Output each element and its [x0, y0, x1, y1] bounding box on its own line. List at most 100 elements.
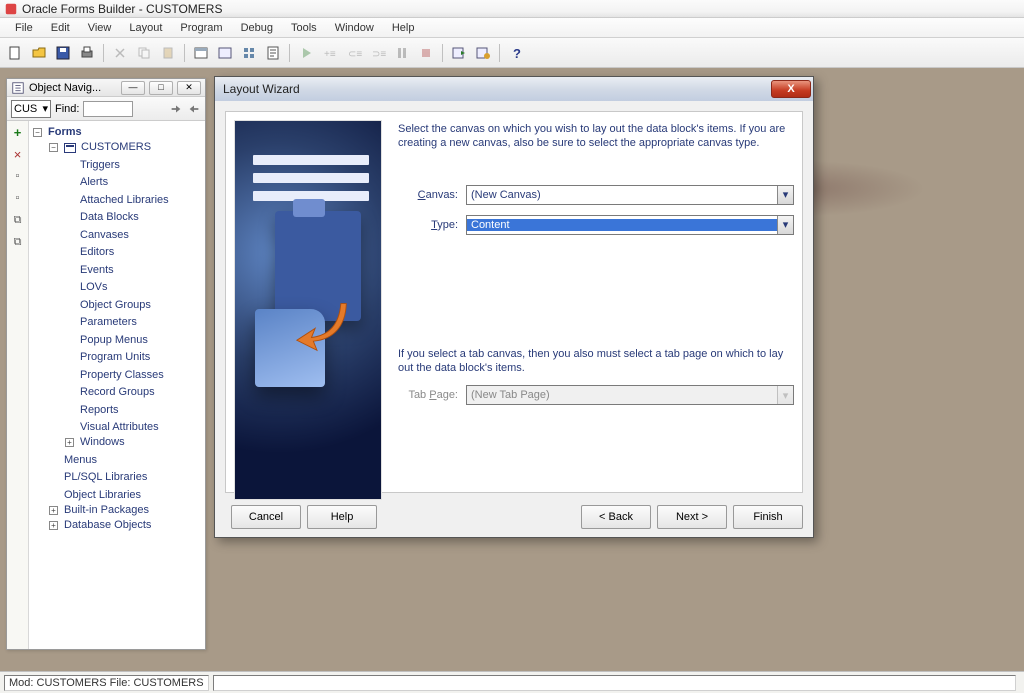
chevron-down-icon[interactable]: ▾	[777, 186, 793, 204]
nav-close-button[interactable]: ✕	[177, 81, 201, 95]
menu-program[interactable]: Program	[171, 20, 231, 36]
expander-icon[interactable]: +	[49, 521, 58, 530]
tree-item[interactable]: Alerts	[80, 175, 108, 190]
tb-stepinto-icon[interactable]: +≡	[319, 42, 341, 64]
menu-layout[interactable]: Layout	[120, 20, 171, 36]
expand-icon[interactable]: ▫	[11, 169, 25, 183]
tree-item[interactable]: Object Libraries	[64, 488, 141, 503]
menu-help[interactable]: Help	[383, 20, 424, 36]
expander-icon[interactable]: −	[33, 128, 42, 137]
tree-item[interactable]: Triggers	[80, 158, 120, 173]
wizard-titlebar[interactable]: Layout Wizard X	[215, 77, 813, 101]
menu-view[interactable]: View	[79, 20, 121, 36]
collapse-icon[interactable]: ▫	[11, 191, 25, 205]
paste-icon[interactable]: ⧉	[11, 235, 25, 249]
find-prev-icon[interactable]	[187, 102, 201, 116]
tree-item[interactable]: PL/SQL Libraries	[64, 470, 147, 485]
back-button[interactable]: < Back	[581, 505, 651, 529]
tabpage-combobox: (New Tab Page) ▾	[466, 385, 794, 405]
expander-icon[interactable]: −	[49, 143, 58, 152]
tree-item[interactable]: Events	[80, 263, 114, 278]
expander-icon[interactable]: +	[65, 438, 74, 447]
nav-maximize-button[interactable]: □	[149, 81, 173, 95]
wizard-intro-text: Select the canvas on which you wish to l…	[398, 122, 794, 151]
tree-item[interactable]: Database Objects	[64, 518, 151, 533]
tb-stepout-icon[interactable]: ⊃≡	[367, 42, 389, 64]
tree-item[interactable]: Menus	[64, 453, 97, 468]
tb-stop-icon[interactable]	[415, 42, 437, 64]
expander-icon[interactable]: +	[49, 506, 58, 515]
status-text: Mod: CUSTOMERS File: CUSTOMERS	[4, 675, 209, 691]
navigator-tree[interactable]: −Forms −CUSTOMERS TriggersAlertsAttached…	[29, 121, 205, 649]
tb-form-icon[interactable]	[190, 42, 212, 64]
tabpage-note: If you select a tab canvas, then you als…	[398, 347, 794, 376]
tb-canvas-icon[interactable]	[214, 42, 236, 64]
tree-module[interactable]: CUSTOMERS	[81, 140, 151, 155]
tb-resume-icon[interactable]	[391, 42, 413, 64]
chevron-down-icon[interactable]: ▾	[777, 216, 793, 234]
menu-window[interactable]: Window	[326, 20, 383, 36]
help-button[interactable]: Help	[307, 505, 377, 529]
tb-sep	[184, 44, 185, 62]
type-combobox[interactable]: Content ▾	[466, 215, 794, 235]
tb-copy-icon[interactable]	[133, 42, 155, 64]
navigator-selector[interactable]: CUS▾	[11, 100, 51, 118]
tb-help-icon[interactable]: ?	[505, 42, 527, 64]
svg-text:?: ?	[513, 46, 521, 61]
tabpage-value: (New Tab Page)	[467, 389, 777, 401]
copy-icon[interactable]: ⧉	[11, 213, 25, 227]
tb-save-icon[interactable]	[52, 42, 74, 64]
canvas-combobox[interactable]: (New Canvas) ▾	[466, 185, 794, 205]
tb-paste-icon[interactable]	[157, 42, 179, 64]
nav-minimize-button[interactable]: —	[121, 81, 145, 95]
tree-forms[interactable]: Forms	[48, 125, 82, 140]
tb-block-icon[interactable]	[238, 42, 260, 64]
svg-text:⊂≡: ⊂≡	[348, 49, 362, 60]
find-next-icon[interactable]	[169, 102, 183, 116]
tree-item[interactable]: Object Groups	[80, 298, 151, 313]
tree-item[interactable]: Property Classes	[80, 368, 164, 383]
tree-item[interactable]: Built-in Packages	[64, 503, 149, 518]
tabpage-label: Tab Page:	[398, 389, 458, 401]
tb-open-icon[interactable]	[28, 42, 50, 64]
tree-item[interactable]: Popup Menus	[80, 333, 148, 348]
tb-stepover-icon[interactable]: ⊂≡	[343, 42, 365, 64]
tree-item[interactable]: Visual Attributes	[80, 420, 159, 435]
delete-icon[interactable]: ×	[11, 147, 25, 161]
tb-cut-icon[interactable]	[109, 42, 131, 64]
navigator-title: Object Navig...	[29, 82, 121, 94]
object-navigator-window: Object Navig... — □ ✕ CUS▾ Find: + × ▫ ▫…	[6, 78, 206, 650]
tree-item[interactable]: Windows	[80, 435, 125, 450]
tb-new-icon[interactable]	[4, 42, 26, 64]
tree-item[interactable]: Attached Libraries	[80, 193, 169, 208]
tree-item[interactable]: Canvases	[80, 228, 129, 243]
add-icon[interactable]: +	[11, 125, 25, 139]
menu-edit[interactable]: Edit	[42, 20, 79, 36]
menu-tools[interactable]: Tools	[282, 20, 326, 36]
tb-runform-icon[interactable]	[448, 42, 470, 64]
tree-item[interactable]: Editors	[80, 245, 114, 260]
wizard-close-button[interactable]: X	[771, 80, 811, 98]
object-navigator-titlebar[interactable]: Object Navig... — □ ✕	[7, 79, 205, 97]
next-button[interactable]: Next >	[657, 505, 727, 529]
tb-print-icon[interactable]	[76, 42, 98, 64]
menu-file[interactable]: File	[6, 20, 42, 36]
tree-item[interactable]: Data Blocks	[80, 210, 139, 225]
find-input[interactable]	[83, 101, 133, 117]
wizard-title: Layout Wizard	[223, 82, 300, 96]
menu-debug[interactable]: Debug	[232, 20, 282, 36]
tree-item[interactable]: Program Units	[80, 350, 150, 365]
status-bar: Mod: CUSTOMERS File: CUSTOMERS	[0, 671, 1024, 693]
tree-item[interactable]: Record Groups	[80, 385, 155, 400]
cancel-button[interactable]: Cancel	[231, 505, 301, 529]
tb-sep	[103, 44, 104, 62]
tree-item[interactable]: Reports	[80, 403, 119, 418]
tb-run-icon[interactable]	[295, 42, 317, 64]
finish-button[interactable]: Finish	[733, 505, 803, 529]
tb-plsql-icon[interactable]	[262, 42, 284, 64]
tree-item[interactable]: Parameters	[80, 315, 137, 330]
svg-text:⊃≡: ⊃≡	[372, 49, 386, 60]
tb-rundebug-icon[interactable]	[472, 42, 494, 64]
status-spacer	[213, 675, 1016, 691]
tree-item[interactable]: LOVs	[80, 280, 108, 295]
